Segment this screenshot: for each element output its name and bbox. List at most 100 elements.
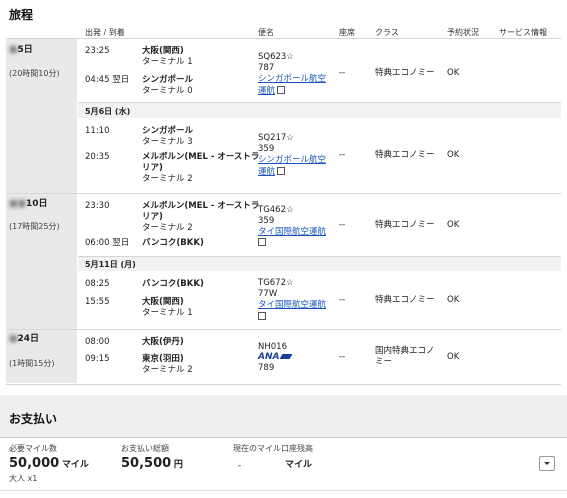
- balance-unit: マイル: [285, 460, 313, 470]
- arr-airport: バンコク(BKK): [142, 238, 204, 248]
- aircraft: 77W: [258, 289, 278, 299]
- col-header-status: 予約状況: [447, 28, 479, 37]
- col-header-seat: 座席: [339, 28, 355, 37]
- balance-dropdown-button[interactable]: [539, 456, 555, 471]
- date-subheader: 5月11日 (月): [78, 257, 561, 271]
- total-label: お支払い総額: [121, 444, 169, 453]
- col-header-flight: 便名: [258, 28, 274, 37]
- day-duration: (1時間15分): [9, 359, 55, 368]
- date-subheader: 5月6日 (水): [78, 103, 561, 118]
- arr-time: 06:00 翌日: [85, 238, 130, 248]
- arr-airport-line2: リア): [142, 163, 163, 173]
- arr-terminal: ターミナル 2: [142, 174, 193, 184]
- dep-time: 23:25: [85, 46, 110, 56]
- class: 特典エコノミー: [375, 220, 435, 230]
- seat: --: [339, 150, 346, 160]
- payment-title: お支払い: [9, 412, 58, 426]
- aircraft: 359: [258, 144, 275, 154]
- arr-airport: シンガポール: [142, 75, 194, 85]
- day-duration: (17時間25分): [9, 222, 60, 231]
- itinerary-title: 旅程: [9, 8, 34, 22]
- payment-header: お支払い: [0, 395, 567, 437]
- arr-time: 09:15: [85, 354, 110, 364]
- status: OK: [447, 150, 460, 160]
- day-date: ■5日: [9, 45, 33, 55]
- external-link-icon: [258, 312, 266, 320]
- arr-terminal: ターミナル 2: [142, 365, 193, 375]
- status: OK: [447, 220, 460, 230]
- dep-time: 23:30: [85, 201, 110, 211]
- dep-airport: バンコク(BKK): [142, 279, 204, 289]
- divider: [6, 384, 561, 385]
- miles-label: 必要マイル数: [9, 444, 57, 453]
- external-link-icon: [277, 86, 286, 94]
- divider: [0, 437, 567, 438]
- aircraft: 787: [258, 63, 275, 73]
- divider: [6, 193, 561, 194]
- flight-number: SQ623☆: [258, 52, 294, 62]
- seat: --: [339, 352, 346, 362]
- ana-logo: ANA: [258, 352, 293, 363]
- class: 特典エコノミー: [375, 295, 435, 305]
- divider: [6, 329, 561, 330]
- balance-value: -: [238, 461, 242, 471]
- passenger-count: 大人 x1: [9, 474, 38, 483]
- miles-amount: 50,000 マイル: [9, 456, 89, 471]
- class-line2: ミー: [375, 357, 393, 367]
- arr-time: 20:35: [85, 152, 110, 162]
- dep-airport: 大阪(関西): [142, 46, 184, 56]
- airline-link-line2[interactable]: 運航: [258, 85, 286, 97]
- col-header-service: サービス情報: [499, 28, 547, 37]
- divider: [0, 490, 567, 491]
- dep-terminal: ターミナル 2: [142, 223, 193, 233]
- status: OK: [447, 295, 460, 305]
- airline-link[interactable]: シンガポール航空: [258, 155, 326, 166]
- chevron-down-icon: [544, 462, 550, 465]
- day-date: ■24日: [9, 334, 40, 344]
- airline-link-line2[interactable]: 運航: [258, 166, 286, 178]
- col-header-dep-arr: 出発 / 到着: [85, 28, 125, 37]
- total-amount: 50,500 円: [121, 456, 183, 471]
- dep-airport: メルボルン(MEL - オーストラ: [142, 201, 260, 211]
- dep-time: 08:25: [85, 279, 110, 289]
- arr-terminal: ターミナル 0: [142, 86, 193, 96]
- status: OK: [447, 68, 460, 78]
- airline-link[interactable]: タイ国際航空運航: [258, 227, 326, 238]
- class: 特典エコノミー: [375, 68, 435, 78]
- class: 国内特典エコノ: [375, 346, 435, 356]
- seat: --: [339, 220, 346, 230]
- seat: --: [339, 295, 346, 305]
- dep-terminal: ターミナル 1: [142, 57, 193, 67]
- dep-time: 08:00: [85, 337, 110, 347]
- day-block-2: [6, 194, 77, 329]
- day-date: ■■10日: [9, 199, 48, 209]
- flight-number: SQ217☆: [258, 133, 294, 143]
- aircraft: 359: [258, 216, 275, 226]
- balance-label: 現在のマイル口座残高: [233, 444, 313, 453]
- arr-airport: 東京(羽田): [142, 354, 184, 364]
- external-link-icon: [258, 238, 266, 246]
- dep-airport: シンガポール: [142, 126, 194, 136]
- seat: --: [339, 68, 346, 78]
- col-header-class: クラス: [375, 28, 399, 37]
- flight-number: TG672☆: [258, 278, 294, 288]
- dep-time: 11:10: [85, 126, 110, 136]
- airline-link[interactable]: シンガポール航空: [258, 74, 326, 85]
- flight-number: TG462☆: [258, 205, 294, 215]
- dep-airport-line2: リア): [142, 212, 163, 222]
- arr-airport: 大阪(関西): [142, 297, 184, 307]
- dep-terminal: ターミナル 3: [142, 137, 193, 147]
- arr-time: 15:55: [85, 297, 110, 307]
- arr-time: 04:45 翌日: [85, 75, 130, 85]
- status: OK: [447, 352, 460, 362]
- dep-airport: 大阪(伊丹): [142, 337, 184, 347]
- class: 特典エコノミー: [375, 150, 435, 160]
- airline-link-ext[interactable]: [258, 237, 266, 249]
- airline-link[interactable]: タイ国際航空運航: [258, 300, 326, 311]
- day-block-1: [6, 39, 77, 193]
- aircraft: 789: [258, 363, 275, 373]
- airline-link-ext[interactable]: [258, 311, 266, 323]
- day-duration: (20時間10分): [9, 69, 60, 78]
- arr-airport: メルボルン(MEL - オーストラ: [142, 152, 260, 162]
- arr-terminal: ターミナル 1: [142, 308, 193, 318]
